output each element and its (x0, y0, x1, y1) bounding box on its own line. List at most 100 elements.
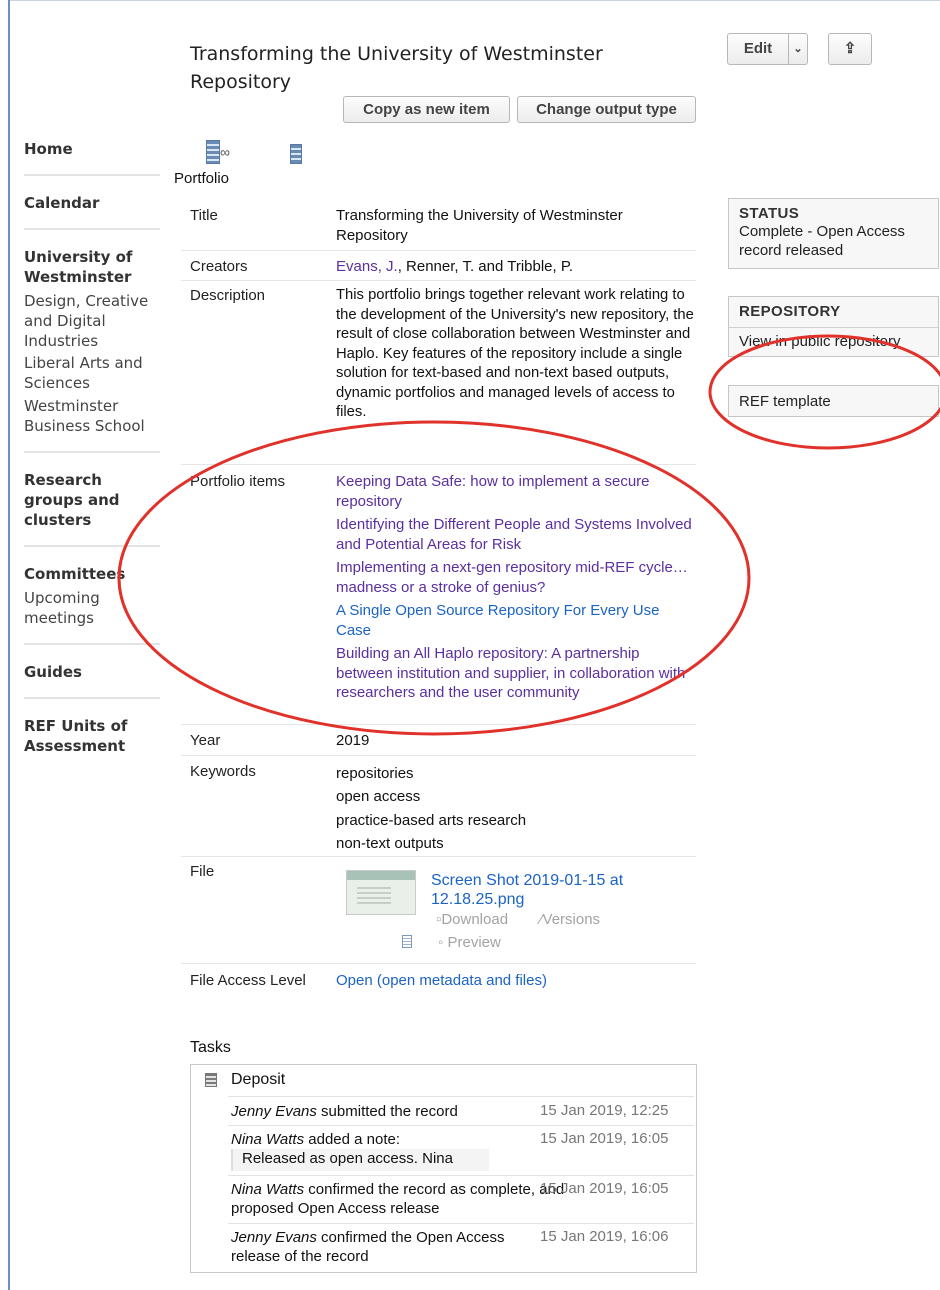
export-button[interactable]: ⇪ (828, 33, 872, 65)
page-title: Transforming the University of Westminst… (190, 43, 603, 93)
window-top-edge (8, 0, 940, 1)
description-value: This portfolio brings together relevant … (336, 287, 694, 420)
file-thumbnail[interactable] (346, 870, 416, 915)
edit-button[interactable]: Edit (727, 33, 789, 65)
event-action: submitted the record (316, 1103, 458, 1120)
window-left-edge (8, 0, 10, 1290)
task-divider (228, 1175, 694, 1176)
year-label: Year (190, 732, 221, 749)
creators-label: Creators (190, 258, 248, 275)
nav-calendar[interactable]: Calendar (24, 193, 160, 213)
creators-value: Evans, J., Renner, T. and Tribble, P. (336, 257, 696, 277)
nav-sub-upcoming-meetings[interactable]: Upcoming meetings (24, 588, 160, 628)
description-label: Description (190, 287, 266, 304)
task-icon (205, 1073, 217, 1087)
file-type-icon (402, 935, 412, 948)
row-divider (181, 464, 696, 465)
copy-as-new-item-button[interactable]: Copy as new item (343, 96, 510, 123)
nav-sub-business-school[interactable]: Westminster Business School (24, 396, 160, 436)
keyword: repositories (336, 765, 414, 782)
download-label: Download (441, 911, 509, 928)
row-divider (181, 250, 696, 251)
task-note: Released as open access. Nina (231, 1149, 489, 1171)
versions-label: Versions (542, 911, 601, 928)
task-divider (228, 1223, 694, 1224)
portfolio-items-list: Keeping Data Safe: how to implement a se… (336, 472, 696, 707)
ref-template-label: REF template (739, 393, 831, 410)
download-link[interactable]: ▫Download (436, 911, 508, 928)
portfolio-item-link[interactable]: Keeping Data Safe: how to implement a se… (336, 472, 696, 511)
title-value: Transforming the University of Westminst… (336, 207, 623, 244)
task-name[interactable]: Deposit (231, 1071, 285, 1089)
preview-label: Preview (447, 934, 501, 951)
keyword: non-text outputs (336, 834, 444, 852)
nav-research-groups[interactable]: Research groups and clusters (24, 470, 160, 530)
document-icon (290, 144, 302, 164)
task-event: Jenny Evans confirmed the Open Access re… (231, 1228, 521, 1266)
event-actor: Jenny Evans (231, 1103, 317, 1120)
export-icon: ⇪ (843, 40, 857, 57)
nav-divider (24, 697, 160, 699)
task-event: Nina Watts added a note: (231, 1130, 531, 1149)
event-actor: Jenny Evans (231, 1229, 317, 1246)
keyword: open access (336, 788, 421, 806)
row-divider (181, 755, 696, 756)
event-actor: Nina Watts (231, 1181, 305, 1198)
row-divider (181, 856, 696, 857)
versions-link[interactable]: ⁄Versions (540, 911, 600, 928)
event-date: 15 Jan 2019, 16:05 (540, 1180, 669, 1197)
portfolio-items-label: Portfolio items (190, 473, 286, 490)
keywords-label: Keywords (190, 763, 256, 780)
task-divider (228, 1096, 694, 1097)
nav-sub-liberal-arts[interactable]: Liberal Arts and Sciences (24, 353, 160, 393)
nav-divider (24, 174, 160, 176)
year-value: 2019 (336, 732, 370, 749)
preview-link[interactable]: ◦ Preview (438, 934, 501, 951)
status-text: Complete - Open Access record released (739, 223, 905, 259)
row-divider (181, 724, 696, 725)
portfolio-item-link[interactable]: Implementing a next-gen repository mid-R… (336, 558, 696, 597)
edit-dropdown-button[interactable]: ⌄ (788, 33, 808, 65)
event-date: 15 Jan 2019, 12:25 (540, 1102, 669, 1119)
row-divider (181, 280, 696, 281)
ref-template-link[interactable]: REF template (728, 385, 939, 417)
nav-divider (24, 451, 160, 453)
event-date: 15 Jan 2019, 16:05 (540, 1130, 669, 1147)
title-label: Title (190, 207, 218, 224)
change-output-type-button[interactable]: Change output type (517, 96, 696, 123)
file-access-level-label: File Access Level (190, 972, 306, 989)
portfolio-item-link[interactable]: Identifying the Different People and Sys… (336, 515, 696, 554)
row-divider (181, 963, 696, 964)
record-type-icons: ∞ Portfolio (174, 140, 320, 187)
creators-rest: , Renner, T. and Tribble, P. (397, 258, 574, 275)
creator-link[interactable]: Evans, J. (336, 258, 398, 275)
nav-university-of-westminster[interactable]: University of Westminster (24, 247, 160, 287)
portfolio-item-link[interactable]: Building an All Haplo repository: A part… (336, 644, 696, 703)
event-date: 15 Jan 2019, 16:06 (540, 1228, 669, 1245)
event-actor: Nina Watts (231, 1131, 305, 1148)
nav-divider (24, 545, 160, 547)
task-event: Jenny Evans submitted the record (231, 1102, 531, 1121)
view-public-repository-link[interactable]: View in public repository (729, 328, 938, 355)
nav-guides[interactable]: Guides (24, 662, 160, 682)
file-name-link[interactable]: Screen Shot 2019-01-15 at 12.18.25.png (431, 871, 671, 909)
link-icon: ∞ (220, 144, 230, 160)
keyword: practice-based arts research (336, 811, 527, 829)
repository-panel: REPOSITORY View in public repository (728, 296, 939, 357)
file-label: File (190, 863, 215, 880)
file-access-level-value[interactable]: Open (open metadata and files) (336, 971, 696, 991)
portfolio-icon (206, 140, 220, 164)
nav-sub-design[interactable]: Design, Creative and Digital Industries (24, 291, 160, 351)
tasks-heading: Tasks (190, 1039, 231, 1056)
portfolio-item-link[interactable]: A Single Open Source Repository For Ever… (336, 601, 696, 640)
repository-heading: REPOSITORY (739, 303, 841, 320)
task-divider (228, 1125, 694, 1126)
nav-divider (24, 643, 160, 645)
nav-home[interactable]: Home (24, 139, 160, 159)
nav-ref-units[interactable]: REF Units of Assessment (24, 716, 160, 756)
status-panel: STATUS Complete - Open Access record rel… (728, 198, 939, 269)
keywords-list: repositories open access practice-based … (336, 762, 696, 855)
nav-committees[interactable]: Committees (24, 564, 160, 584)
event-action: added a note: (304, 1131, 401, 1148)
record-type-label: Portfolio (174, 170, 230, 187)
